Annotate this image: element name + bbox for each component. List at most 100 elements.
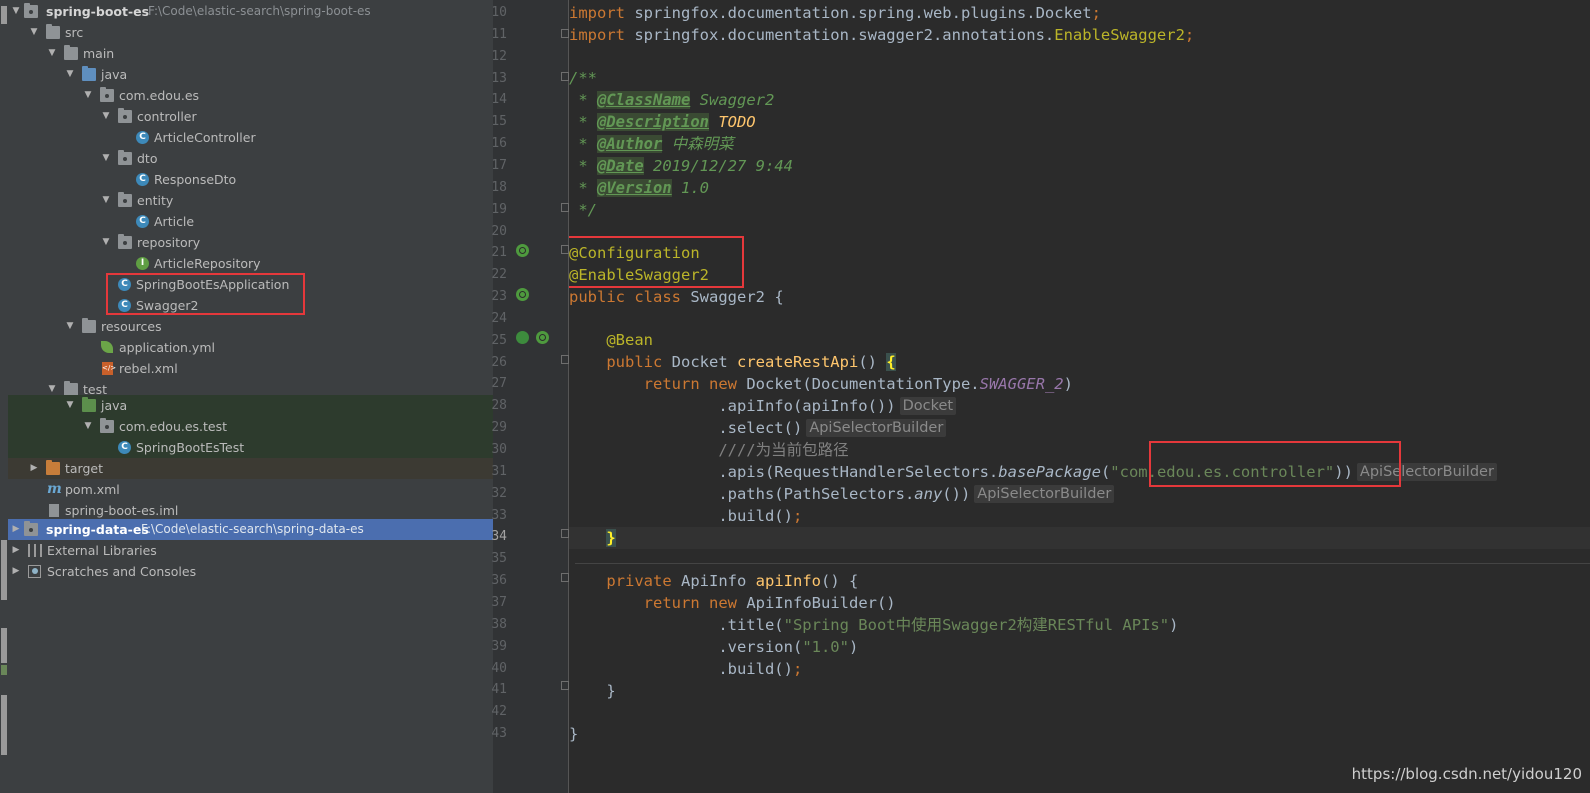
editor-gutter[interactable]: 10 11 12 13 14 15 16 17 18 19 20 21 22 23 24 25 26 27 28 29… xyxy=(491,0,569,793)
expand-arrow-icon[interactable]: ▼ xyxy=(46,43,58,64)
line-number: 41 xyxy=(491,682,507,698)
code-token: ()) xyxy=(942,485,971,503)
code-editor[interactable]: import springfox.documentation.spring.we… xyxy=(569,0,1590,793)
tree-row-application-yml[interactable]: application.yml xyxy=(8,337,493,358)
spring-bean-gutter-icon[interactable] xyxy=(516,288,529,301)
code-token: new xyxy=(709,594,737,612)
code-line-43: } xyxy=(569,723,1590,745)
expand-arrow-icon[interactable]: ▼ xyxy=(82,416,94,437)
tree-label: src xyxy=(65,25,84,40)
navigate-gutter-icon[interactable] xyxy=(516,331,529,344)
line-number: 22 xyxy=(491,267,507,283)
line-number: 24 xyxy=(491,310,507,326)
line-number: 10 xyxy=(491,5,507,20)
spring-bean-gutter-icon[interactable] xyxy=(536,331,549,344)
tree-row-spring-boot-es[interactable]: ▼ spring-boot-es F:\Code\elastic-search\… xyxy=(8,1,493,22)
fold-marker-icon[interactable] xyxy=(561,681,569,690)
code-token: new xyxy=(709,375,737,393)
tree-label: resources xyxy=(101,319,162,334)
line-number: 32 xyxy=(491,485,507,501)
code-token: .apis(RequestHandlerSelectors. xyxy=(718,463,999,481)
collapse-arrow-icon[interactable]: ▶ xyxy=(10,561,22,582)
tree-row-iml[interactable]: spring-boot-es.iml xyxy=(8,500,493,521)
tree-row-src[interactable]: ▼ src xyxy=(8,22,493,43)
expand-arrow-icon[interactable]: ▼ xyxy=(100,148,112,169)
collapse-arrow-icon[interactable]: ▶ xyxy=(10,519,22,540)
fold-marker-icon[interactable] xyxy=(561,355,569,364)
services-tool-tab[interactable] xyxy=(1,628,7,663)
tree-label: Scratches and Consoles xyxy=(47,564,197,579)
tree-row-test-java[interactable]: ▼ java xyxy=(8,395,493,416)
tree-row-entity[interactable]: ▼ entity xyxy=(8,190,493,211)
spring-bean-gutter-icon[interactable] xyxy=(516,244,529,257)
code-token: private xyxy=(606,572,672,590)
code-line-36: private ApiInfo apiInfo() { xyxy=(569,570,1590,592)
tree-row-target[interactable]: ▶ target xyxy=(8,458,493,479)
code-token: .select() xyxy=(718,419,803,437)
code-line-33: .build(); xyxy=(569,505,1590,527)
code-token: springfox.documentation.spring.web.plugi… xyxy=(625,4,1092,22)
code-token: .version( xyxy=(718,638,803,656)
module-folder-icon xyxy=(24,3,38,18)
tree-row-article-repository[interactable]: I ArticleRepository xyxy=(8,253,493,274)
line-number: 28 xyxy=(491,398,507,414)
fold-marker-icon[interactable] xyxy=(561,245,569,254)
expand-arrow-icon[interactable]: ▼ xyxy=(100,190,112,211)
favorites-tool-tab[interactable] xyxy=(1,695,7,755)
expand-arrow-icon[interactable]: ▼ xyxy=(100,106,112,127)
tree-row-dto[interactable]: ▼ dto xyxy=(8,148,493,169)
expand-arrow-icon[interactable]: ▼ xyxy=(28,22,40,43)
tree-row-main[interactable]: ▼ main xyxy=(8,43,493,64)
tree-label: repository xyxy=(137,235,201,250)
interface-icon: I xyxy=(136,257,149,270)
fold-marker-icon[interactable] xyxy=(561,529,569,538)
project-tree[interactable]: ▼ spring-boot-es F:\Code\elastic-search\… xyxy=(8,0,493,793)
expand-arrow-icon[interactable]: ▼ xyxy=(64,64,76,85)
tree-row-external-libraries[interactable]: ▶ External Libraries xyxy=(8,540,493,561)
code-line-32: .paths(PathSelectors.any()) ApiSelectorBu… xyxy=(569,483,1590,505)
tree-row-spring-data-es[interactable]: ▶ spring-data-es F:\Code\elastic-search\… xyxy=(8,519,493,540)
code-line-31: .apis(RequestHandlerSelectors.basePackag… xyxy=(569,461,1590,483)
class-icon: C xyxy=(136,215,149,228)
tree-row-test-package[interactable]: ▼ com.edou.es.test xyxy=(8,416,493,437)
code-line-27: return new Docket(DocumentationType.SWAG… xyxy=(569,373,1590,395)
fold-marker-icon[interactable] xyxy=(561,573,569,582)
tree-row-spring-boot-es-test[interactable]: C SpringBootEsTest xyxy=(8,437,493,458)
tree-row-java[interactable]: ▼ java xyxy=(8,64,493,85)
line-number: 30 xyxy=(491,442,507,457)
tree-row-scratches[interactable]: ▶ Scratches and Consoles xyxy=(8,561,493,582)
tree-row-pom-xml[interactable]: m pom.xml xyxy=(8,479,493,500)
tree-row-article[interactable]: C Article xyxy=(8,211,493,232)
fold-marker-icon[interactable] xyxy=(561,203,569,212)
highlight-box-annotations xyxy=(569,236,744,288)
tree-row-package[interactable]: ▼ com.edou.es xyxy=(8,85,493,106)
expand-arrow-icon[interactable]: ▼ xyxy=(64,395,76,416)
tree-row-resources[interactable]: ▼ resources xyxy=(8,316,493,337)
structure-tool-tab[interactable] xyxy=(1,540,7,600)
tree-row-repository[interactable]: ▼ repository xyxy=(8,232,493,253)
expand-arrow-icon[interactable]: ▼ xyxy=(82,85,94,106)
expand-arrow-icon[interactable]: ▼ xyxy=(64,316,76,337)
code-line-19: */ xyxy=(569,199,1590,221)
code-token: @ClassName xyxy=(597,91,691,109)
xml-icon: </> xyxy=(102,362,116,375)
folder-icon xyxy=(46,24,60,39)
expand-arrow-icon[interactable]: ▼ xyxy=(100,232,112,253)
project-tool-icon[interactable] xyxy=(1,6,7,24)
collapse-arrow-icon[interactable]: ▶ xyxy=(10,540,22,561)
fold-marker-icon[interactable] xyxy=(561,29,569,38)
tree-row-response-dto[interactable]: C ResponseDto xyxy=(8,169,493,190)
tree-row-article-controller[interactable]: C ArticleController xyxy=(8,127,493,148)
expand-arrow-icon[interactable]: ▼ xyxy=(10,1,22,22)
tree-row-controller[interactable]: ▼ controller xyxy=(8,106,493,127)
fold-marker-icon[interactable] xyxy=(561,72,569,81)
tree-row-rebel-xml[interactable]: </> rebel.xml xyxy=(8,358,493,379)
inlay-type-hint: ApiSelectorBuilder xyxy=(806,419,947,437)
code-token: 2019/12/27 9:44 xyxy=(643,157,793,175)
code-token: EnableSwagger2 xyxy=(1054,26,1185,44)
code-token: Swagger2 { xyxy=(681,288,784,306)
collapse-arrow-icon[interactable]: ▶ xyxy=(28,458,40,479)
tree-label: spring-boot-es.iml xyxy=(65,503,179,518)
code-token: * xyxy=(569,179,597,197)
code-token: } xyxy=(606,529,616,547)
